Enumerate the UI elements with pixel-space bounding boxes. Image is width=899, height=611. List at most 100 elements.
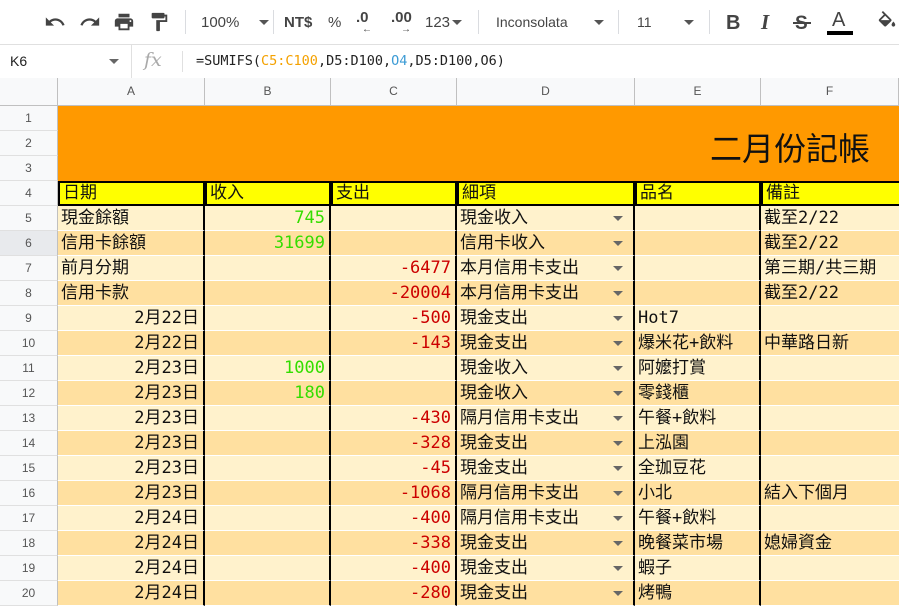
cell-b13[interactable] [205, 406, 331, 431]
cell-e6[interactable] [635, 231, 761, 256]
cell-e7[interactable] [635, 256, 761, 281]
cell-c6[interactable] [331, 231, 457, 256]
decrease-decimal-button[interactable]: .0 ← [356, 10, 372, 38]
cell-d12[interactable]: 現金收入 [457, 381, 635, 406]
cell-e12[interactable]: 零錢櫃 [635, 381, 761, 406]
cell-f11[interactable] [761, 356, 899, 381]
bold-button[interactable]: B [725, 8, 743, 36]
cell-b7[interactable] [205, 256, 331, 281]
row-header-15[interactable]: 15 [0, 456, 58, 481]
cell-d15[interactable]: 現金支出 [457, 456, 635, 481]
cell-e15[interactable]: 全珈豆花 [635, 456, 761, 481]
cell-f14[interactable] [761, 431, 899, 456]
cell-b11[interactable]: 1000 [205, 356, 331, 381]
column-header-c[interactable]: C [331, 78, 457, 106]
cell-d6[interactable]: 信用卡收入 [457, 231, 635, 256]
dropdown-arrow-icon[interactable] [613, 466, 623, 471]
cell-c13[interactable]: -430 [331, 406, 457, 431]
cell-b10[interactable] [205, 331, 331, 356]
cell-b12[interactable]: 180 [205, 381, 331, 406]
column-header-b[interactable]: B [205, 78, 331, 106]
cell-d19[interactable]: 現金支出 [457, 556, 635, 581]
dropdown-arrow-icon[interactable] [613, 491, 623, 496]
column-header-a[interactable]: A [58, 78, 205, 106]
cell-d5[interactable]: 現金收入 [457, 206, 635, 231]
header-cell-d[interactable]: 細項 [457, 181, 635, 206]
cell-b17[interactable] [205, 506, 331, 531]
cell-c20[interactable]: -280 [331, 581, 457, 606]
cell-c10[interactable]: -143 [331, 331, 457, 356]
dropdown-arrow-icon[interactable] [613, 516, 623, 521]
header-cell-c[interactable]: 支出 [331, 181, 457, 206]
row-header-20[interactable]: 20 [0, 581, 58, 606]
dropdown-arrow-icon[interactable] [613, 341, 623, 346]
column-header-d[interactable]: D [457, 78, 635, 106]
select-all-corner[interactable] [0, 78, 58, 106]
font-size-select[interactable]: 11 [637, 8, 694, 36]
undo-button[interactable] [44, 8, 66, 36]
row-header-11[interactable]: 11 [0, 356, 58, 381]
cell-a15[interactable]: 2月23日 [58, 456, 205, 481]
cell-c16[interactable]: -1068 [331, 481, 457, 506]
cell-a12[interactable]: 2月23日 [58, 381, 205, 406]
cell-c11[interactable] [331, 356, 457, 381]
cell-f7[interactable]: 第三期/共三期 [761, 256, 899, 281]
cell-f6[interactable]: 截至2/22 [761, 231, 899, 256]
row-header-12[interactable]: 12 [0, 381, 58, 406]
cell-e13[interactable]: 午餐+飲料 [635, 406, 761, 431]
cell-a18[interactable]: 2月24日 [58, 531, 205, 556]
print-button[interactable] [113, 8, 135, 36]
cell-a10[interactable]: 2月22日 [58, 331, 205, 356]
cell-e16[interactable]: 小北 [635, 481, 761, 506]
dropdown-arrow-icon[interactable] [613, 391, 623, 396]
row-header-5[interactable]: 5 [0, 206, 58, 231]
cell-c5[interactable] [331, 206, 457, 231]
column-header-f[interactable]: F [761, 78, 899, 106]
cell-f16[interactable]: 結入下個月 [761, 481, 899, 506]
cell-b14[interactable] [205, 431, 331, 456]
cell-b6[interactable]: 31699 [205, 231, 331, 256]
row-header-4[interactable]: 4 [0, 181, 58, 206]
cell-d11[interactable]: 現金收入 [457, 356, 635, 381]
dropdown-arrow-icon[interactable] [613, 541, 623, 546]
cell-a11[interactable]: 2月23日 [58, 356, 205, 381]
dropdown-arrow-icon[interactable] [613, 241, 623, 246]
cell-c8[interactable]: -20004 [331, 281, 457, 306]
header-cell-e[interactable]: 品名 [635, 181, 761, 206]
cell-d8[interactable]: 本月信用卡支出 [457, 281, 635, 306]
cell-c18[interactable]: -338 [331, 531, 457, 556]
name-box[interactable]: K6 [0, 45, 132, 78]
dropdown-arrow-icon[interactable] [613, 591, 623, 596]
cell-d9[interactable]: 現金支出 [457, 306, 635, 331]
cell-d7[interactable]: 本月信用卡支出 [457, 256, 635, 281]
cell-e10[interactable]: 爆米花+飲料 [635, 331, 761, 356]
dropdown-arrow-icon[interactable] [613, 316, 623, 321]
cell-e5[interactable] [635, 206, 761, 231]
column-header-e[interactable]: E [635, 78, 761, 106]
cell-f17[interactable] [761, 506, 899, 531]
cell-f12[interactable] [761, 381, 899, 406]
header-cell-b[interactable]: 收入 [205, 181, 331, 206]
cell-c12[interactable] [331, 381, 457, 406]
cell-f13[interactable] [761, 406, 899, 431]
dropdown-arrow-icon[interactable] [613, 566, 623, 571]
cell-d13[interactable]: 隔月信用卡支出 [457, 406, 635, 431]
strikethrough-button[interactable]: S [793, 8, 811, 36]
cell-b20[interactable] [205, 581, 331, 606]
cell-f8[interactable]: 截至2/22 [761, 281, 899, 306]
cell-d20[interactable]: 現金支出 [457, 581, 635, 606]
cell-b16[interactable] [205, 481, 331, 506]
row-header-6[interactable]: 6 [0, 231, 58, 256]
cell-e19[interactable]: 蝦子 [635, 556, 761, 581]
cell-c17[interactable]: -400 [331, 506, 457, 531]
cell-b15[interactable] [205, 456, 331, 481]
formula-input[interactable]: =SUMIFS(C5:C100,D5:D100,O4,D5:D100,O6) [196, 53, 505, 69]
cell-a16[interactable]: 2月23日 [58, 481, 205, 506]
cell-e9[interactable]: Hot7 [635, 306, 761, 331]
dropdown-arrow-icon[interactable] [613, 291, 623, 296]
row-header-9[interactable]: 9 [0, 306, 58, 331]
row-header-10[interactable]: 10 [0, 331, 58, 356]
zoom-select[interactable]: 100% [201, 8, 270, 36]
cell-c9[interactable]: -500 [331, 306, 457, 331]
cell-d14[interactable]: 現金支出 [457, 431, 635, 456]
